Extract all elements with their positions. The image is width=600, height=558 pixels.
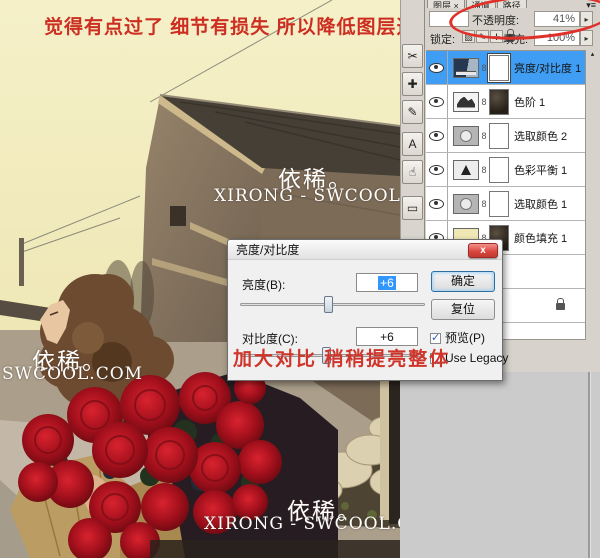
preview-checkbox[interactable] [430, 333, 441, 344]
dialog-title: 亮度/对比度 [236, 243, 299, 257]
brightness-label: 亮度(B): [242, 276, 285, 293]
layer-mask-thumb[interactable] [489, 123, 509, 149]
layer-mask-thumb[interactable] [489, 89, 509, 115]
visibility-toggle[interactable] [426, 51, 448, 84]
annotation-top-note: 觉得有点过了 细节有损失 所以降低图层透明度 [44, 12, 400, 39]
layer-mask-thumb[interactable] [489, 55, 509, 81]
type-tool[interactable]: A [402, 132, 423, 156]
layer-label: 颜色填充 1 [514, 230, 567, 246]
watermark-left-latin: SWCOOL.COM [2, 364, 143, 384]
visibility-toggle[interactable] [426, 119, 448, 152]
watermark-bottom-latin: XIRONG - SWCOOL.COM [204, 514, 400, 534]
workspace-background [400, 372, 600, 558]
healing-brush-tool[interactable]: ✚ [402, 72, 423, 96]
selective-color-thumb[interactable] [453, 194, 479, 214]
shape-tool[interactable]: ▭ [402, 196, 423, 220]
selective-color-thumb[interactable] [453, 126, 479, 146]
lock-label: 锁定: [430, 31, 455, 47]
annotation-dialog-note: 加大对比 稍稍提亮整体 [233, 344, 450, 371]
layer-row-color-balance[interactable]: 色彩平衡 1 [426, 153, 585, 187]
lock-row: 锁定: ▨✎✛ 填充: 100% ▸ [425, 29, 600, 47]
brush-tool[interactable]: ✎ [402, 100, 423, 124]
tab-channels[interactable]: 通道 [466, 0, 496, 8]
layer-label: 色阶 1 [514, 94, 545, 110]
levels-thumb[interactable] [453, 92, 479, 112]
fill-value[interactable]: 100% [534, 30, 580, 46]
scroll-up-icon[interactable]: ▴ [591, 51, 595, 58]
link-icon [479, 165, 489, 175]
ok-button[interactable]: 确定 [431, 271, 495, 292]
preview-label: 预览(P) [445, 331, 485, 345]
legacy-label: Use Legacy [445, 351, 508, 365]
link-icon [479, 131, 489, 141]
blend-mode-select[interactable] [429, 11, 469, 27]
color-balance-thumb[interactable] [453, 160, 479, 180]
lock-position-icon[interactable]: ✛ [490, 30, 503, 43]
opacity-value[interactable]: 41% [534, 11, 580, 27]
tab-paths[interactable]: 路径 [497, 0, 527, 8]
layer-row-selective-color-2[interactable]: 选取颜色 2 [426, 119, 585, 153]
opacity-label: 不透明度: [472, 12, 519, 28]
opacity-row: 不透明度: 41% ▸ [425, 10, 600, 28]
brightness-input[interactable]: +6 [356, 273, 418, 292]
dialog-titlebar[interactable]: 亮度/对比度 [228, 240, 502, 260]
fill-dropdown-icon[interactable]: ▸ [580, 30, 593, 46]
reset-button[interactable]: 复位 [431, 299, 495, 320]
eye-icon [429, 165, 444, 175]
close-icon[interactable]: x [468, 243, 498, 258]
eye-icon [429, 97, 444, 107]
layer-row-levels[interactable]: 色阶 1 [426, 85, 585, 119]
layer-label: 亮度/对比度 1 [514, 60, 581, 76]
eye-icon [429, 131, 444, 141]
eye-icon [429, 63, 444, 73]
link-icon [479, 63, 489, 73]
eye-icon [429, 199, 444, 209]
lock-transparency-icon[interactable]: ▨ [462, 30, 475, 43]
brightness-contrast-thumb[interactable] [453, 58, 479, 78]
visibility-toggle[interactable] [426, 153, 448, 186]
layer-mask-thumb[interactable] [489, 157, 509, 183]
layer-label: 色彩平衡 1 [514, 162, 567, 178]
crop-tool[interactable]: ✂ [402, 44, 423, 68]
opacity-dropdown-icon[interactable]: ▸ [580, 11, 593, 27]
utility-pole [19, 238, 24, 286]
panel-tabs: 图层 ×通道路径 [427, 0, 528, 8]
fill-label: 填充: [503, 31, 528, 47]
layer-row-brightness-contrast[interactable]: 亮度/对比度 1 [426, 51, 585, 85]
visibility-toggle[interactable] [426, 85, 448, 118]
watermark-center-latin: XIRONG - SWCOOL.COM [214, 186, 400, 206]
layer-label: 选取颜色 1 [514, 196, 567, 212]
layer-row-selective-color-1[interactable]: 选取颜色 1 [426, 187, 585, 221]
visibility-toggle[interactable] [426, 187, 448, 220]
layer-mask-thumb[interactable] [489, 191, 509, 217]
link-icon [479, 199, 489, 209]
brightness-slider-thumb[interactable] [324, 296, 333, 313]
lock-pixels-icon[interactable]: ✎ [476, 30, 489, 43]
layer-list-scrollbar[interactable]: ▴ [586, 50, 599, 340]
layer-label: 选取颜色 2 [514, 128, 567, 144]
background-lock-icon [556, 303, 565, 310]
hand-tool[interactable]: ☝ [402, 160, 423, 184]
tab-layers[interactable]: 图层 × [427, 0, 465, 8]
link-icon [479, 97, 489, 107]
